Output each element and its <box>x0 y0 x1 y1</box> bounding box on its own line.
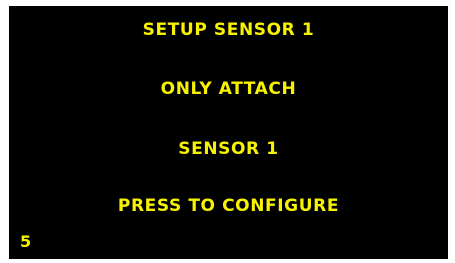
instruction-line-2: SENSOR 1 <box>178 139 279 159</box>
configure-prompt[interactable]: PRESS TO CONFIGURE <box>9 196 448 216</box>
display-bezel: SETUP SENSOR 1 ONLY ATTACH SENSOR 1 PRES… <box>0 0 455 263</box>
instruction-line-1: ONLY ATTACH <box>160 79 297 99</box>
setup-title: SETUP SENSOR 1 <box>142 20 315 40</box>
device-screen[interactable]: SETUP SENSOR 1 ONLY ATTACH SENSOR 1 PRES… <box>9 6 448 259</box>
countdown-value: 5 <box>20 232 32 251</box>
